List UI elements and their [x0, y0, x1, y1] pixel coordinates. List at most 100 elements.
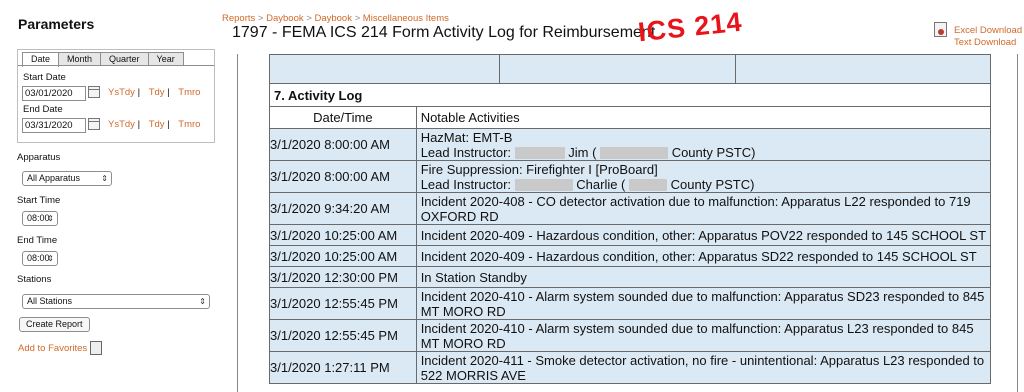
instructor-org: County PSTC): [671, 144, 756, 160]
row-datetime: 3/1/2020 12:55:45 PM: [269, 287, 417, 320]
row-datetime: 3/1/2020 9:34:20 AM: [269, 192, 417, 225]
table-row: 3/1/2020 9:34:20 AM Incident 2020-408 - …: [269, 192, 992, 225]
apparatus-select-value: All Apparatus: [27, 173, 81, 183]
start-date-quick-links: YsTdy | Tdy | Tmro: [108, 87, 200, 98]
start-time-value: 08:00: [27, 213, 50, 223]
stations-select[interactable]: All Stations ⇕: [22, 294, 210, 309]
row-datetime: 3/1/2020 8:00:00 AM: [269, 128, 417, 161]
redacted-block: [629, 179, 668, 192]
apparatus-label: Apparatus: [17, 152, 61, 163]
row-datetime: 3/1/2020 12:30:00 PM: [269, 266, 417, 288]
row-activity: Incident 2020-408 - CO detector activati…: [415, 192, 992, 225]
row-activity: Incident 2020-409 - Hazardous condition,…: [415, 224, 992, 246]
redacted-block: [600, 147, 669, 160]
text-download-link[interactable]: Text Download: [954, 37, 1016, 48]
activity-line: HazMat: EMT-B: [420, 129, 513, 145]
today-link[interactable]: Tdy: [149, 119, 165, 130]
row-activity: Incident 2020-411 - Smoke detector activ…: [415, 351, 992, 384]
start-date-input[interactable]: 03/01/2020: [22, 86, 86, 101]
breadcrumb-reports[interactable]: Reports: [222, 13, 255, 24]
tab-year[interactable]: Year: [147, 52, 184, 66]
activity-log-rows: Date/Time Notable Activities 3/1/2020 8:…: [269, 106, 992, 384]
tab-month[interactable]: Month: [58, 52, 102, 66]
instructor-name: Charlie (: [576, 176, 626, 192]
start-time-select[interactable]: 08:00 ⇕: [22, 211, 58, 226]
tab-divider: [18, 65, 214, 66]
section-title-row: 7. Activity Log: [269, 83, 991, 107]
stations-select-value: All Stations: [27, 296, 73, 306]
tomorrow-link[interactable]: Tmro: [178, 87, 200, 98]
row-datetime: 3/1/2020 12:55:45 PM: [269, 319, 417, 352]
separator: |: [167, 87, 170, 98]
breadcrumb: Reports > Daybook > Daybook > Miscellane…: [222, 13, 449, 24]
separator: |: [137, 119, 141, 130]
end-date-label: End Date: [23, 104, 63, 115]
page-title: 1797 - FEMA ICS 214 Form Activity Log fo…: [232, 24, 656, 41]
row-activity: In Station Standby: [415, 266, 992, 288]
parameters-title: Parameters: [18, 16, 95, 32]
table-cell: [269, 54, 500, 84]
row-activity: HazMat: EMT-B Lead Instructor: Jim ( Cou…: [415, 128, 992, 161]
parameters-sidebar: Parameters Date Month Quarter Year Start…: [0, 0, 218, 392]
activity-line: Lead Instructor: Charlie ( County PSTC): [421, 177, 990, 192]
breadcrumb-sep: >: [257, 13, 264, 24]
table-row: 3/1/2020 10:25:00 AM Incident 2020-409 -…: [269, 245, 992, 267]
lead-instructor-label: Lead Instructor:: [420, 176, 512, 192]
calendar-icon[interactable]: [88, 86, 100, 98]
stations-label: Stations: [17, 274, 52, 285]
create-report-button[interactable]: Create Report: [19, 317, 90, 332]
ics-214-stamp: ICS 214: [636, 6, 744, 48]
breadcrumb-daybook[interactable]: Daybook: [266, 13, 304, 24]
separator: |: [167, 119, 170, 130]
table-row: 3/1/2020 1:27:11 PM Incident 2020-411 - …: [269, 351, 992, 384]
start-time-label: Start Time: [17, 195, 61, 206]
breadcrumb-miscellaneous-items[interactable]: Miscellaneous Items: [363, 13, 449, 24]
date-range-panel: Date Month Quarter Year Start Date 03/01…: [17, 49, 215, 143]
activity-line: Fire Suppression: Firefighter I [ProBoar…: [420, 161, 658, 177]
yesterday-link[interactable]: YsTdy: [108, 87, 135, 98]
download-icon[interactable]: [934, 22, 947, 37]
instructor-org: County PSTC): [670, 176, 755, 192]
activity-log-section-title: 7. Activity Log: [269, 83, 991, 107]
updown-arrow-icon: ⇕: [47, 254, 54, 263]
activity-line: Lead Instructor: Jim ( County PSTC): [421, 145, 990, 160]
activity-log-table: 7. Activity Log: [269, 54, 991, 107]
row-activity: Fire Suppression: Firefighter I [ProBoar…: [415, 160, 992, 193]
favorites-icon[interactable]: [90, 341, 102, 355]
end-time-select[interactable]: 08:00 ⇕: [22, 251, 58, 266]
add-to-favorites-link[interactable]: Add to Favorites: [18, 343, 87, 354]
excel-download-link[interactable]: Excel Download: [954, 25, 1022, 36]
instructor-name: Jim (: [568, 144, 597, 160]
table-row: 3/1/2020 12:30:00 PM In Station Standby: [269, 266, 992, 288]
updown-arrow-icon: ⇕: [47, 214, 54, 223]
column-header-row: Date/Time Notable Activities: [269, 106, 992, 129]
calendar-icon[interactable]: [88, 118, 100, 130]
breadcrumb-sep: >: [306, 13, 312, 24]
previous-section-row: [269, 54, 991, 84]
redacted-block: [514, 179, 573, 192]
table-row: 3/1/2020 12:55:45 PM Incident 2020-410 -…: [269, 287, 992, 320]
row-activity: Incident 2020-410 - Alarm system sounded…: [415, 319, 992, 352]
table-row: 3/1/2020 10:25:00 AM Incident 2020-409 -…: [269, 224, 992, 246]
breadcrumb-sep: >: [354, 13, 361, 24]
today-link[interactable]: Tdy: [149, 87, 165, 98]
end-date-quick-links: YsTdy | Tdy | Tmro: [108, 119, 200, 130]
yesterday-link[interactable]: YsTdy: [108, 119, 135, 130]
redacted-block: [514, 147, 565, 160]
row-datetime: 3/1/2020 1:27:11 PM: [269, 351, 417, 384]
end-time-value: 08:00: [27, 253, 50, 263]
end-date-input[interactable]: 03/31/2020: [22, 118, 86, 133]
table-cell: [498, 54, 737, 84]
row-datetime: 3/1/2020 10:25:00 AM: [269, 224, 417, 246]
table-row: 3/1/2020 8:00:00 AM HazMat: EMT-B Lead I…: [269, 128, 992, 161]
breadcrumb-daybook[interactable]: Daybook: [314, 13, 352, 24]
row-activity: Incident 2020-409 - Hazardous condition,…: [415, 245, 992, 267]
tomorrow-link[interactable]: Tmro: [178, 119, 200, 130]
table-row: 3/1/2020 8:00:00 AM Fire Suppression: Fi…: [269, 160, 992, 193]
apparatus-select[interactable]: All Apparatus ⇕: [22, 171, 112, 186]
separator: |: [137, 87, 141, 98]
end-time-label: End Time: [17, 235, 58, 246]
tab-quarter[interactable]: Quarter: [100, 52, 149, 66]
updown-arrow-icon: ⇕: [199, 297, 206, 306]
table-row: 3/1/2020 12:55:45 PM Incident 2020-410 -…: [269, 319, 992, 352]
